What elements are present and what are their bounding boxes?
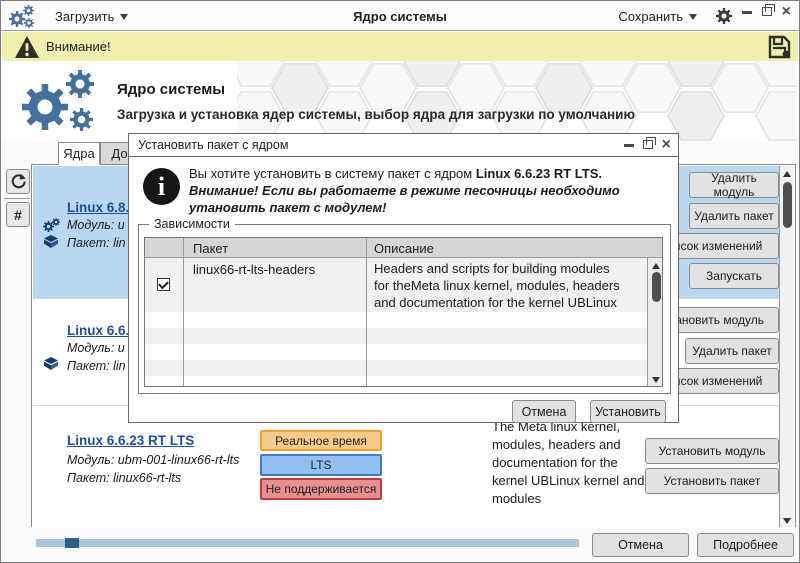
kernel-module-2: Модуль: u xyxy=(67,341,125,355)
kernel-link-3[interactable]: Linux 6.6.23 RT LTS xyxy=(67,433,194,448)
remove-package-button-1[interactable]: Удалить пакет xyxy=(689,203,779,229)
package-box-icon xyxy=(44,357,58,370)
settings-gear-icon[interactable] xyxy=(715,7,733,25)
scrollbar-thumb[interactable] xyxy=(652,272,661,302)
warning-bar: Внимание! xyxy=(2,32,798,61)
table-row[interactable]: linux66-rt-lts-headers Headers and scrip… xyxy=(145,258,662,312)
column-header-package: Пакет xyxy=(193,238,228,258)
kernel-package-3: Пакет: linux66-rt-lts xyxy=(67,471,181,485)
empty-row xyxy=(145,312,662,328)
dialog-title: Установить пакет с ядром xyxy=(138,138,288,152)
hexagon-pattern xyxy=(237,61,797,141)
scroll-down-icon[interactable] xyxy=(648,373,663,387)
dialog-window-controls: × xyxy=(624,135,671,152)
page-subtitle: Загрузка и установка ядер системы, выбор… xyxy=(117,107,635,122)
column-divider xyxy=(183,238,184,386)
footer-cancel-button[interactable]: Отмена xyxy=(592,533,689,557)
warning-label: Внимание! xyxy=(46,39,111,54)
save-report-floppy-icon[interactable] xyxy=(766,34,792,60)
dependencies-legend: Зависимости xyxy=(149,217,235,231)
column-header-description: Описание xyxy=(374,238,434,258)
run-button-1[interactable]: Запускать xyxy=(689,263,779,289)
kernel-description-3: The Meta linux kernel, modules, headers … xyxy=(492,418,652,508)
dialog-install-button[interactable]: Установить xyxy=(590,400,666,423)
window-titlebar: Загрузить Ядро системы Сохранить × xyxy=(1,1,799,31)
list-scrollbar[interactable] xyxy=(779,166,794,528)
dependencies-group: Зависимости Пакет Описание linux66-rt-lt… xyxy=(138,224,671,394)
close-button[interactable]: × xyxy=(782,5,791,19)
dialog-cancel-button[interactable]: Отмена xyxy=(512,400,576,423)
kernel-package-2: Пакет: lin xyxy=(67,359,126,373)
save-menu-button[interactable]: Сохранить xyxy=(618,1,697,31)
window-controls: × xyxy=(742,4,791,19)
scrollbar-thumb[interactable] xyxy=(783,182,792,228)
kernel-module-3: Модуль: ubm-001-linux66-rt-lts xyxy=(67,453,239,467)
maximize-button[interactable] xyxy=(762,7,772,16)
footer-bar: Отмена Подробнее xyxy=(1,527,799,562)
empty-row xyxy=(145,376,662,387)
info-icon: i xyxy=(143,168,180,205)
empty-row xyxy=(145,344,662,360)
message-kernel-name: Linux 6.6.23 RT LTS. xyxy=(476,166,602,181)
minimize-button[interactable] xyxy=(742,11,752,14)
package-box-icon xyxy=(44,235,58,248)
kernel-link-1[interactable]: Linux 6.8. xyxy=(67,200,129,215)
dependency-checkbox[interactable] xyxy=(157,278,170,291)
kernel-module-1: Модуль: u xyxy=(67,218,125,232)
empty-row xyxy=(145,328,662,344)
realtime-badge: Реальное время xyxy=(260,430,382,451)
refresh-icon xyxy=(10,173,27,190)
empty-row xyxy=(145,360,662,376)
hash-button[interactable]: # xyxy=(6,202,30,227)
message-prefix: Вы хотите установить в систему пакет с я… xyxy=(189,166,476,181)
column-divider xyxy=(366,238,367,386)
page-title: Ядро системы xyxy=(117,81,225,98)
install-package-button-3[interactable]: Установить пакет xyxy=(645,468,779,494)
message-warning: Внимание! Если вы работаете в режиме пес… xyxy=(189,182,673,216)
chevron-down-icon xyxy=(689,14,697,24)
scroll-up-icon[interactable] xyxy=(648,258,663,272)
dependency-package-name: linux66-rt-lts-headers xyxy=(193,262,315,277)
progress-bar xyxy=(36,539,579,547)
install-kernel-dialog: Установить пакет с ядром × i Вы хотите у… xyxy=(128,133,679,423)
remove-module-button-1[interactable]: Удалить модуль xyxy=(689,172,779,198)
dialog-maximize-button[interactable] xyxy=(643,140,653,149)
remove-package-button-2[interactable]: Удалить пакет xyxy=(685,338,779,364)
kernel-gears-icon xyxy=(22,68,104,134)
refresh-button[interactable] xyxy=(6,169,30,194)
kernel-package-1: Пакет: lin xyxy=(67,236,126,250)
unsupported-badge: Не поддерживается xyxy=(260,478,382,500)
lts-badge: LTS xyxy=(260,454,382,476)
install-module-button-3[interactable]: Установить модуль xyxy=(645,438,779,464)
progress-indicator xyxy=(65,538,79,548)
tab-kernels[interactable]: Ядра xyxy=(58,142,100,165)
scroll-down-icon[interactable] xyxy=(780,514,794,528)
kernel-link-2[interactable]: Linux 6.6. xyxy=(67,323,129,338)
dialog-close-button[interactable]: × xyxy=(662,138,671,152)
dependencies-table: Пакет Описание linux66-rt-lts-headers He… xyxy=(144,237,663,387)
module-gears-icon xyxy=(43,218,60,233)
dialog-titlebar: Установить пакет с ядром × xyxy=(129,134,678,157)
dialog-minimize-button[interactable] xyxy=(624,144,634,147)
tool-separator xyxy=(4,198,30,199)
warning-triangle-icon xyxy=(14,35,40,59)
scroll-up-icon[interactable] xyxy=(780,166,794,180)
table-header: Пакет Описание xyxy=(145,238,662,258)
footer-details-button[interactable]: Подробнее xyxy=(697,533,794,557)
table-scrollbar[interactable] xyxy=(647,258,663,387)
save-menu-label: Сохранить xyxy=(618,9,683,24)
dialog-message: Вы хотите установить в систему пакет с я… xyxy=(189,165,673,216)
app-window: Загрузить Ядро системы Сохранить × Внима… xyxy=(0,0,800,563)
page-header: Ядро системы Загрузка и установка ядер с… xyxy=(2,61,798,141)
